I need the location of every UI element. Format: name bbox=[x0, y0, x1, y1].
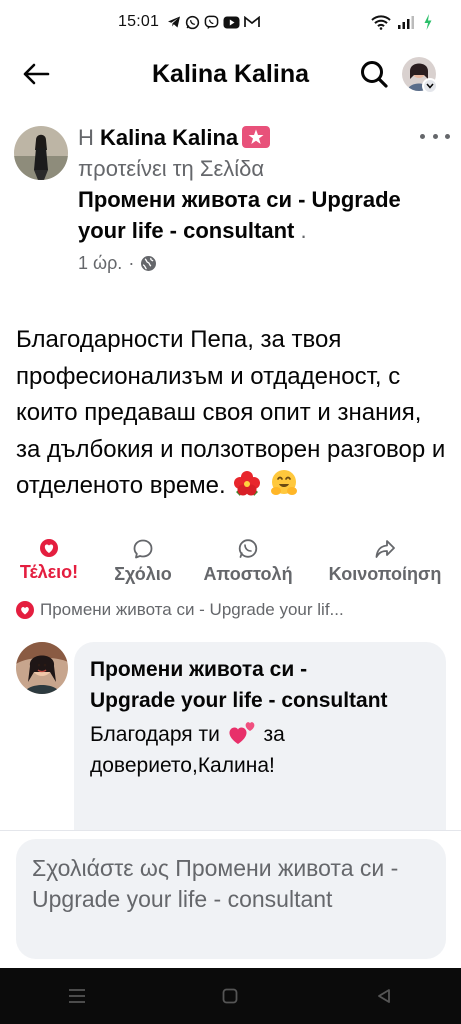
post-article: Η bbox=[78, 125, 94, 150]
star-icon bbox=[248, 129, 264, 144]
post-actions: Τέλειο! Σχόλιο Αποστολή Κοινοποίηση bbox=[0, 538, 461, 598]
signal-icon bbox=[398, 16, 414, 29]
chevron-down-icon bbox=[426, 83, 434, 89]
share-icon bbox=[375, 540, 395, 558]
post-header-line1: Η Kalina Kalina bbox=[78, 122, 408, 153]
share-button[interactable]: Κοινοποίηση bbox=[318, 538, 452, 585]
post-time[interactable]: 1 ώρ. bbox=[78, 248, 122, 279]
system-navigation-bar bbox=[0, 968, 461, 1024]
comment-input[interactable]: Σχολιάστε ως Промени живота си - Upgrade… bbox=[16, 839, 446, 959]
post-timestamp-row: 1 ώρ. · bbox=[78, 248, 408, 279]
comment-bubble[interactable]: Промени живота си - Upgrade your life - … bbox=[74, 642, 446, 842]
more-dot bbox=[420, 133, 425, 139]
comment-author-avatar[interactable] bbox=[16, 642, 68, 694]
post-body-text: Благодарности Пепа, за твоя професионали… bbox=[16, 326, 446, 499]
reactions-summary[interactable]: Промени живота си - Upgrade your lif... bbox=[16, 600, 446, 620]
status-bar: 15:01 bbox=[0, 0, 461, 44]
post-author-name[interactable]: Kalina Kalina bbox=[100, 125, 238, 150]
send-label: Αποστολή bbox=[203, 564, 293, 584]
recommended-page-name[interactable]: Промени живота си - Upgrade your life - … bbox=[78, 187, 401, 243]
comment-icon bbox=[133, 539, 153, 559]
hugging-face-emoji-icon bbox=[271, 470, 298, 495]
recent-apps-button[interactable] bbox=[57, 976, 97, 1016]
back-triangle-icon bbox=[378, 989, 391, 1003]
more-dot bbox=[432, 133, 438, 139]
post-action-text: προτείνει τη Σελίδα bbox=[78, 156, 265, 181]
telegram-icon bbox=[168, 16, 181, 28]
avatar bbox=[16, 642, 68, 694]
star-badge bbox=[242, 126, 271, 148]
like-button[interactable]: Τέλειο! bbox=[8, 538, 90, 583]
whatsapp-icon bbox=[185, 15, 200, 29]
system-back-button[interactable] bbox=[364, 976, 404, 1016]
youtube-icon bbox=[223, 16, 240, 28]
status-time: 15:01 bbox=[118, 13, 160, 30]
avatar bbox=[14, 126, 68, 180]
page-suffix: . bbox=[300, 218, 307, 243]
status-left: 15:01 bbox=[118, 13, 260, 31]
time-separator: · bbox=[128, 253, 135, 273]
reactions-text: Промени живота си - Upgrade your lif... bbox=[40, 600, 344, 619]
post-more-options-button[interactable] bbox=[420, 126, 450, 146]
love-reaction-icon bbox=[40, 539, 58, 557]
comment-button[interactable]: Σχόλιο bbox=[100, 538, 186, 585]
share-label: Κοινοποίηση bbox=[328, 564, 442, 584]
two-hearts-emoji-icon bbox=[229, 722, 255, 744]
search-button[interactable] bbox=[356, 56, 392, 92]
viber-icon bbox=[204, 15, 219, 29]
post-body: Благодарности Пепа, за твоя професионали… bbox=[16, 322, 452, 505]
comment-label: Σχόλιο bbox=[114, 564, 172, 584]
hibiscus-emoji-icon bbox=[234, 471, 261, 496]
wifi-icon bbox=[371, 14, 391, 30]
post-header: Η Kalina Kalina προτείνει τη Σελίδα Пром… bbox=[78, 122, 408, 279]
more-dot bbox=[445, 133, 450, 139]
send-button[interactable]: Αποστολή bbox=[194, 538, 302, 585]
home-button[interactable] bbox=[210, 976, 250, 1016]
comment-composer-area: Σχολιάστε ως Промени живота си - Upgrade… bbox=[0, 830, 461, 970]
whatsapp-send-icon bbox=[238, 539, 258, 558]
profile-menu-chevron[interactable] bbox=[422, 78, 438, 94]
status-right bbox=[371, 13, 433, 31]
post-author-avatar[interactable] bbox=[14, 126, 68, 180]
battery-charging-icon bbox=[424, 14, 432, 30]
comment-text: Благодаря ти за доверието,Калина! bbox=[90, 718, 390, 781]
recommended-page: Промени живота си - Upgrade your life - … bbox=[78, 184, 408, 246]
top-app-bar: Kalina Kalina bbox=[0, 46, 461, 104]
comment-text-part1: Благодаря ти bbox=[90, 723, 220, 746]
home-square-icon bbox=[223, 988, 238, 1004]
love-reaction-icon bbox=[16, 601, 34, 619]
gmail-icon bbox=[244, 16, 260, 27]
like-label: Τέλειο! bbox=[19, 562, 79, 582]
menu-lines-icon bbox=[68, 989, 85, 1003]
globe-icon bbox=[141, 256, 157, 271]
notification-icons bbox=[167, 15, 260, 30]
search-icon bbox=[361, 61, 388, 88]
heart-icon bbox=[21, 606, 29, 614]
comment-author-name[interactable]: Промени живота си - Upgrade your life - … bbox=[90, 654, 390, 716]
